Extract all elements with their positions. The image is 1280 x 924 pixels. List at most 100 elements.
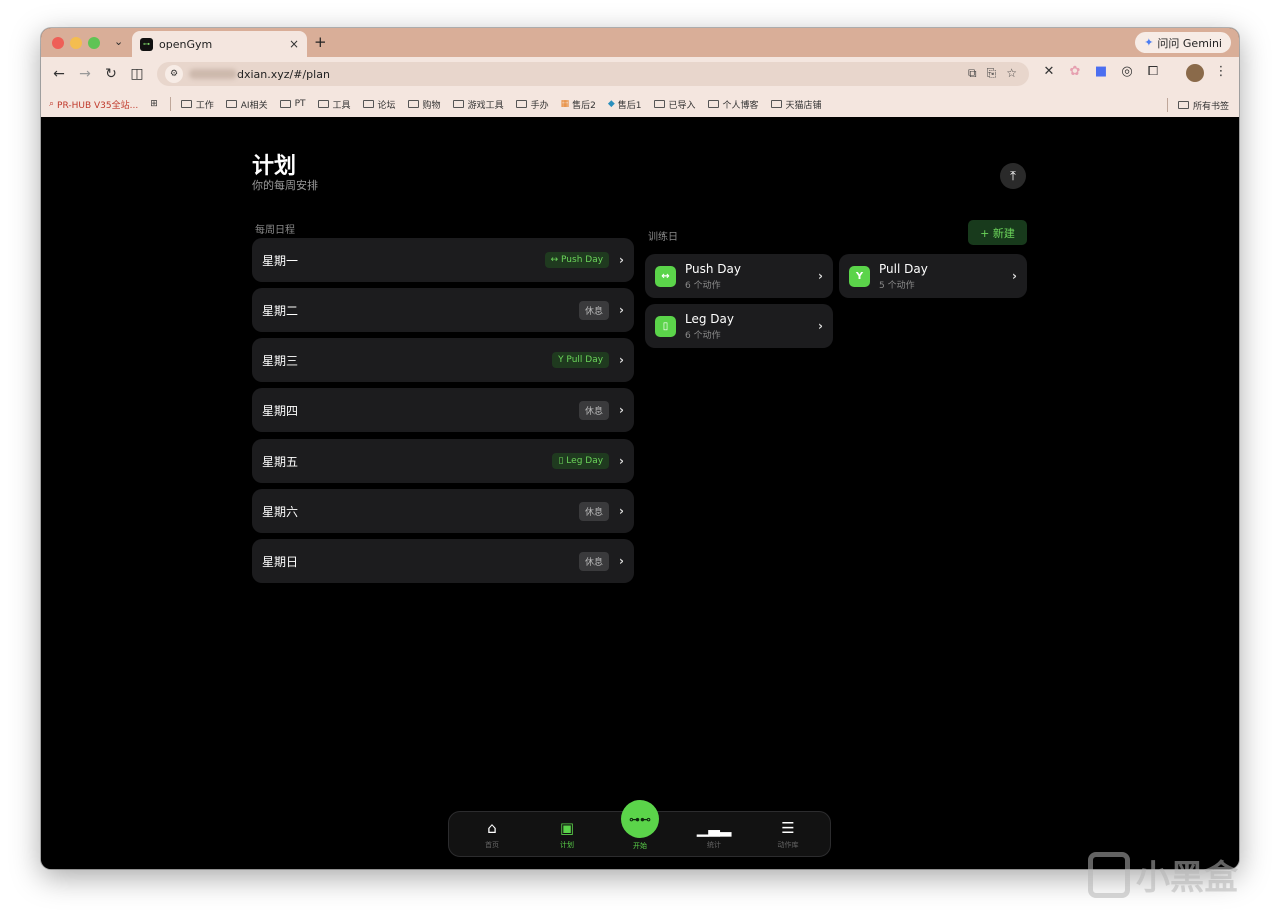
profile-avatar[interactable] [1186,64,1204,82]
gemini-button[interactable]: ✦ 问问 Gemini [1135,32,1231,53]
chevron-right-icon: › [619,303,624,317]
bookmark-folder[interactable]: 游戏工具 [452,98,504,111]
schedule-row-monday[interactable]: 星期一 ↔ Push Day › [252,238,634,282]
split-view-icon[interactable]: ◫ [129,66,145,82]
training-days-label: 训练日 [648,232,678,243]
bookmark-label: 已导入 [668,100,696,111]
schedule-row-wednesday[interactable]: 星期三 Y Pull Day › [252,338,634,382]
schedule-row-thursday[interactable]: 星期四 休息 › [252,388,634,432]
bookmark-folder[interactable]: 手办 [515,98,549,111]
bookmark-folder[interactable]: PT [279,99,306,109]
nav-label: 首页 [485,841,499,849]
schedule-row-tuesday[interactable]: 星期二 休息 › [252,288,634,332]
training-card-pull-day[interactable]: Y Pull Day 5 个动作 › [839,254,1027,298]
close-icon[interactable]: × [289,37,299,51]
bookmark-folder[interactable]: AI相关 [225,98,268,111]
bookmark-item[interactable]: ⌕ PR-HUB V35全站... [49,98,138,111]
new-tab-button[interactable]: + [314,33,327,51]
bookmark-folder[interactable]: 论坛 [362,98,396,111]
day-name: 星期四 [262,403,299,418]
bookmark-label: 工具 [332,100,351,111]
address-bar-icons: ⧉ ⎘ ☆ [968,66,1017,81]
maximize-window-button[interactable] [88,37,100,49]
tab-search-icon[interactable]: ⌄ [114,35,123,48]
schedule-row-friday[interactable]: 星期五 ▯ Leg Day › [252,439,634,483]
more-menu-icon[interactable]: ⋮ [1212,64,1230,79]
bookmark-star-icon[interactable]: ☆ [1006,66,1017,81]
push-icon: ↔ [655,265,676,287]
bookmark-item[interactable]: ▦ 售后2 [561,98,596,111]
training-card-push-day[interactable]: ↔ Push Day 6 个动作 › [645,254,833,298]
extension-square-icon[interactable]: ■ [1092,64,1110,79]
address-bar[interactable]: ⚙ dxian.xyz/#/plan ⧉ ⎘ ☆ [157,62,1029,86]
extension-ribbon-icon[interactable]: ✿ [1066,64,1084,79]
watermark: 小黑盒 [1088,850,1238,899]
weekly-schedule-label: 每周日程 [255,225,295,236]
close-window-button[interactable] [52,37,64,49]
nav-library[interactable]: ☰ 动作库 [768,820,808,850]
folder-icon [770,100,782,108]
start-workout-button[interactable]: ⊶⊷ [621,800,659,838]
apps-grid-icon[interactable]: ⊞ [150,99,158,109]
nav-home[interactable]: ⌂ 首页 [472,820,512,850]
tab-strip: ⌄ ⊶ openGym × + ✦ 问问 Gemini [41,28,1239,57]
folder-icon [317,100,329,108]
bookmark-label: 个人博客 [722,100,759,111]
bookmark-label: PR-HUB V35全站... [57,100,139,111]
home-icon: ⌂ [487,819,497,837]
rest-badge: 休息 [579,300,610,320]
extension-cross-icon[interactable]: ✕ [1040,64,1058,79]
reload-icon[interactable]: ↻ [103,66,119,82]
install-app-icon[interactable]: ⧉ [968,66,977,81]
watermark-text: 小黑盒 [1136,858,1238,898]
pull-icon: Y [849,265,870,287]
schedule-row-sunday[interactable]: 星期日 休息 › [252,539,634,583]
divider [1166,98,1168,112]
bookmark-label: 售后1 [617,100,642,111]
schedule-row-saturday[interactable]: 星期六 休息 › [252,489,634,533]
minimize-window-button[interactable] [70,37,82,49]
nav-stats[interactable]: ▁▃▂ 统计 [694,820,734,850]
chevron-right-icon: › [1012,269,1017,283]
forward-arrow-icon[interactable]: → [77,66,93,82]
folder-icon [225,100,237,108]
bookmark-folder[interactable]: 已导入 [653,98,696,111]
chevron-right-icon: › [619,454,624,468]
heybox-logo-icon [1088,851,1130,898]
bookmark-label: 手办 [530,100,549,111]
rest-badge: 休息 [579,551,610,571]
back-arrow-icon[interactable]: ← [51,66,67,82]
bookmark-folder[interactable]: 工作 [180,98,214,111]
chevron-right-icon: › [619,554,624,568]
bookmark-folder[interactable]: 个人博客 [707,98,759,111]
nav-label: 动作库 [777,841,799,849]
bookmark-item[interactable]: ◆ 售后1 [608,98,642,111]
tab-opengym[interactable]: ⊶ openGym × [132,31,307,57]
nav-label: 统计 [707,841,721,849]
bookmark-folder[interactable]: 工具 [317,98,351,111]
chevron-right-icon: › [818,319,823,333]
chevron-right-icon: › [619,504,624,518]
translate-icon[interactable]: ⎘ [987,66,997,81]
dumbbell-icon: ⊶⊷ [629,812,651,826]
bookmark-label: 天猫店铺 [785,100,822,111]
workout-badge: ↔ Push Day [544,252,610,268]
training-card-leg-day[interactable]: ▯ Leg Day 6 个动作 › [645,304,833,348]
all-bookmarks[interactable]: 所有书签 [1166,98,1229,112]
new-training-day-button[interactable]: + 新建 [968,220,1027,245]
bookmark-label: PT [294,99,306,109]
site-info-icon[interactable]: ⚙ [165,65,183,83]
extension-target-icon[interactable]: ◎ [1118,64,1136,79]
all-bookmarks-label: 所有书签 [1192,101,1229,112]
windows-logo-icon: ▦ [560,99,570,109]
extensions-puzzle-icon[interactable]: ⧠ [1144,64,1162,79]
exercise-count: 5 个动作 [879,280,915,291]
day-name: 星期一 [262,253,299,268]
bookmark-folder[interactable]: 天猫店铺 [770,98,822,111]
rest-badge: 休息 [579,400,610,420]
bookmark-folder[interactable]: 购物 [407,98,441,111]
day-name: 星期二 [262,303,299,318]
nav-plan[interactable]: ▣ 计划 [547,820,587,850]
upload-icon[interactable]: ⤒ [1000,163,1026,189]
page-title: 计划 [252,154,297,179]
